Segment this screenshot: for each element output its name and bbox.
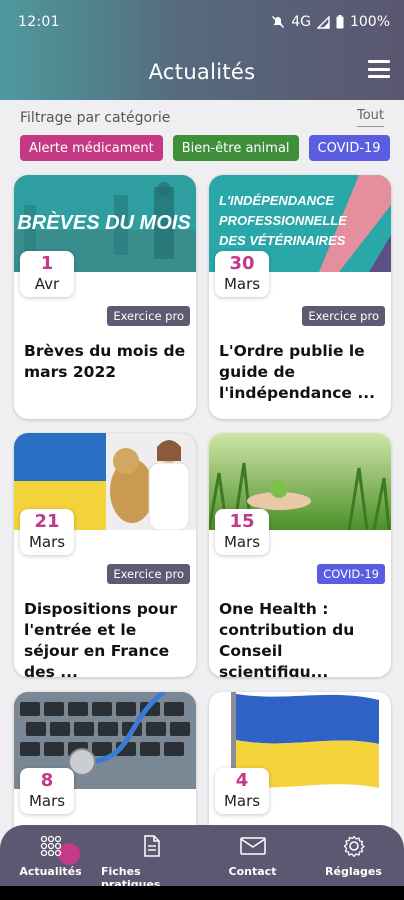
date-badge: 1 Avr — [20, 251, 74, 297]
category-tag: COVID-19 — [317, 564, 385, 584]
envelope-icon — [239, 835, 266, 861]
network-type: 4G — [291, 14, 311, 30]
app-bar: Actualités — [0, 44, 404, 100]
card-title: Brèves du mois de mars 2022 — [24, 342, 186, 381]
date-day: 8 — [40, 770, 54, 791]
category-chips: Alerte médicament Bien-être animal COVID… — [20, 135, 390, 161]
date-badge: 30 Mars — [215, 251, 269, 297]
chip-alerte-medicament[interactable]: Alerte médicament — [20, 135, 163, 161]
gear-icon — [343, 835, 365, 861]
date-month: Mars — [223, 792, 261, 810]
page-title: Actualités — [148, 60, 256, 84]
battery-icon — [336, 15, 344, 29]
hamburger-menu-icon[interactable] — [368, 60, 390, 78]
status-bar: 12:01 4G 100% — [0, 0, 404, 44]
status-time: 12:01 — [18, 14, 60, 30]
card-image-text: BRÈVES DU MOIS — [17, 211, 191, 234]
date-day: 4 — [235, 770, 249, 791]
chip-bien-etre-animal[interactable]: Bien-être animal — [172, 135, 299, 161]
news-card[interactable]: L'INDÉPENDANCE PROFESSIONNELLE DES VÉTÉR… — [209, 175, 391, 419]
nav-item-actualites[interactable]: Actualités — [0, 825, 101, 886]
card-title: Dispositions pour l'entrée et le séjour … — [24, 600, 178, 677]
date-badge: 4 Mars — [215, 768, 269, 814]
nav-label: Actualités — [19, 865, 82, 878]
news-card[interactable]: BRÈVES DU MOIS 1 Avr Exercice pro Brèves… — [14, 175, 196, 419]
status-icons: 4G 100% — [271, 14, 390, 30]
nav-label: Contact — [228, 865, 277, 878]
bottom-navigation: Actualités Fiches pratiques Contact Régl… — [0, 825, 404, 891]
system-gesture-bar — [0, 886, 404, 900]
date-day: 30 — [229, 253, 255, 274]
date-month: Mars — [223, 275, 261, 293]
date-badge: 21 Mars — [20, 509, 74, 555]
date-badge: 8 Mars — [20, 768, 74, 814]
category-tag: Exercice pro — [302, 306, 385, 326]
card-title: One Health : contribution du Conseil sci… — [219, 600, 355, 677]
nav-item-fiches-pratiques[interactable]: Fiches pratiques — [101, 825, 202, 891]
date-day: 15 — [229, 511, 255, 532]
nav-label: Réglages — [325, 865, 382, 878]
filter-label: Filtrage par catégorie — [20, 110, 171, 126]
card-title: L'Ordre publie le guide de l'indépendanc… — [219, 342, 376, 402]
card-image-text-line1: L'INDÉPENDANCE — [219, 193, 334, 208]
nav-item-reglages[interactable]: Réglages — [303, 825, 404, 886]
date-month: Mars — [28, 792, 66, 810]
card-image-text-line3: DES VÉTÉRINAIRES — [219, 233, 346, 248]
battery-level: 100% — [349, 14, 390, 30]
news-card[interactable]: 21 Mars Exercice pro Dispositions pour l… — [14, 433, 196, 677]
nav-item-contact[interactable]: Contact — [202, 825, 303, 886]
signal-icon — [316, 15, 330, 29]
date-day: 21 — [34, 511, 60, 532]
chip-covid-19[interactable]: COVID-19 — [308, 135, 390, 161]
document-icon — [142, 835, 162, 861]
card-image-text-line2: PROFESSIONNELLE — [219, 213, 347, 228]
date-month: Avr — [34, 275, 60, 293]
news-card[interactable]: 15 Mars COVID-19 One Health : contributi… — [209, 433, 391, 677]
date-month: Mars — [223, 533, 261, 551]
mute-icon — [271, 15, 285, 29]
date-badge: 15 Mars — [215, 509, 269, 555]
category-tag: Exercice pro — [107, 564, 190, 584]
news-grid-icon — [40, 835, 62, 861]
header: 12:01 4G 100% Actualités — [0, 0, 404, 100]
filter-all-button[interactable]: Tout — [356, 108, 384, 127]
category-tag: Exercice pro — [107, 306, 190, 326]
date-day: 1 — [40, 253, 54, 274]
date-month: Mars — [28, 533, 66, 551]
